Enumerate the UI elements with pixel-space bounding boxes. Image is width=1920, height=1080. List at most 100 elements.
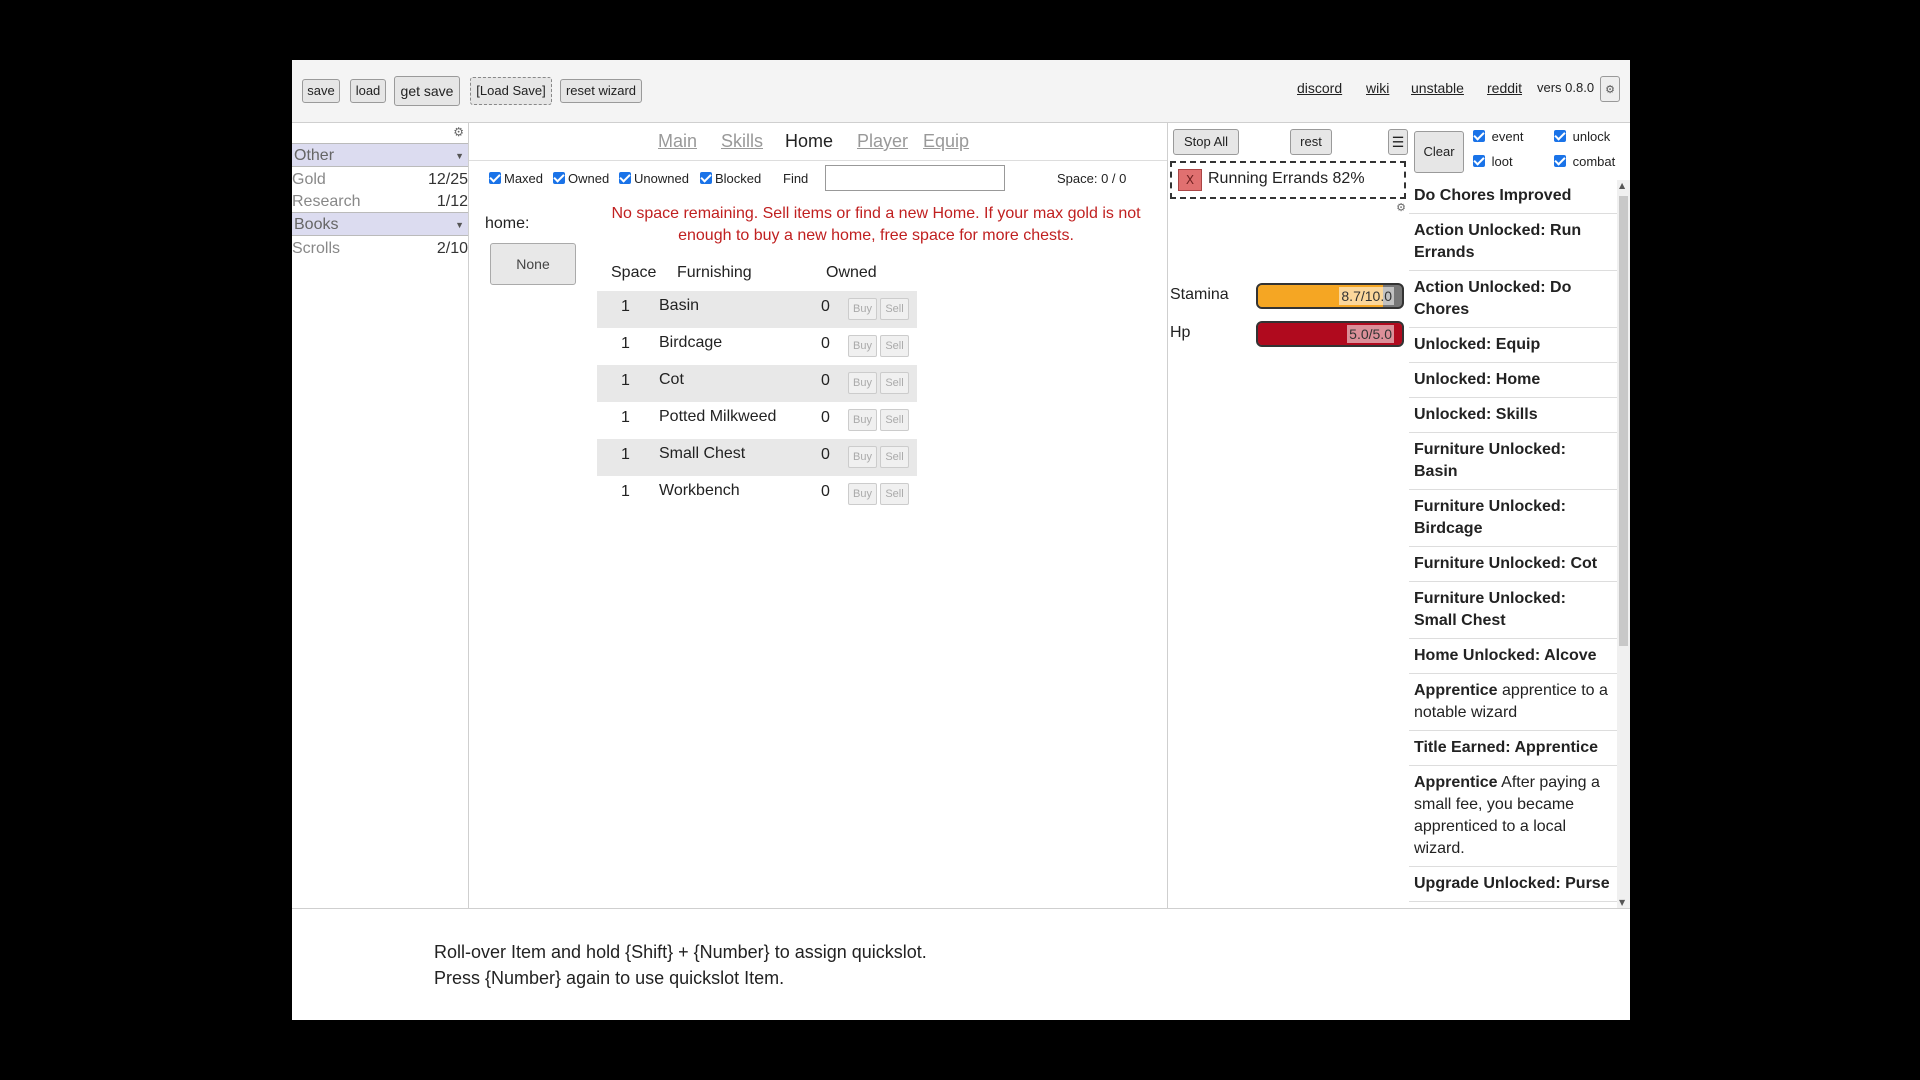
load-button[interactable]: load <box>350 79 386 103</box>
load-save-button[interactable]: [Load Save] <box>470 77 552 105</box>
buy-button[interactable]: Buy <box>848 372 877 394</box>
scroll-down-icon[interactable]: ▼ <box>1619 898 1625 907</box>
sidebar-group-books[interactable]: Books ▼ <box>292 212 468 236</box>
column-header-owned: Owned <box>826 264 877 281</box>
save-button[interactable]: save <box>302 79 340 103</box>
log-entry: Action Unlocked: Do Chores <box>1409 271 1617 328</box>
log-list[interactable]: Do Chores Improved Action Unlocked: Run E… <box>1409 179 1617 908</box>
sidebar-gear-icon[interactable]: ⚙ <box>453 125 464 139</box>
actions-gear-icon[interactable]: ⚙ <box>1396 201 1406 214</box>
log-filter-loot[interactable]: loot <box>1473 154 1513 169</box>
scrollbar-thumb[interactable] <box>1619 196 1628 646</box>
settings-gear-icon[interactable]: ⚙ <box>1600 76 1620 102</box>
log-panel: Clear event unlock loot combat Do Chores… <box>1409 123 1630 908</box>
checkbox-icon[interactable] <box>1554 155 1566 167</box>
buy-button[interactable]: Buy <box>848 298 877 320</box>
main-panel: Main Skills Home Player Equip Maxed Owne… <box>469 123 1168 908</box>
find-label: Find <box>783 171 809 186</box>
filter-maxed[interactable]: Maxed <box>489 171 543 186</box>
checkbox-icon[interactable] <box>1473 155 1485 167</box>
sidebar-group-label: Other <box>294 147 335 164</box>
resource-sidebar: ⚙ Other ▼ Gold 12/25 Research 1/12 Books… <box>292 123 469 908</box>
log-entry-title: Unlocked: Skills <box>1414 406 1538 423</box>
log-filter-event[interactable]: event <box>1473 129 1523 144</box>
filter-label: Unowned <box>634 171 689 186</box>
sell-button[interactable]: Sell <box>880 298 909 320</box>
log-filter-combat[interactable]: combat <box>1554 154 1615 169</box>
cell-owned: 0 <box>821 335 830 352</box>
home-select-button[interactable]: None <box>490 243 576 285</box>
sell-button[interactable]: Sell <box>880 372 909 394</box>
checkbox-icon[interactable] <box>1473 130 1485 142</box>
filter-label: Blocked <box>715 171 762 186</box>
buy-button[interactable]: Buy <box>848 483 877 505</box>
wiki-link[interactable]: wiki <box>1366 80 1389 96</box>
menu-icon[interactable]: ☰ <box>1388 129 1408 155</box>
checkbox-icon[interactable] <box>1554 130 1566 142</box>
hp-bar: 5.0/5.0 <box>1256 321 1404 347</box>
tab-skills[interactable]: Skills <box>721 131 763 152</box>
close-icon[interactable]: X <box>1178 169 1202 191</box>
actions-panel: Stop All rest ☰ X Running Errands 82% ⚙ … <box>1168 123 1408 908</box>
discord-link[interactable]: discord <box>1297 80 1342 96</box>
filter-unowned[interactable]: Unowned <box>619 171 689 186</box>
home-label: home: <box>485 215 530 232</box>
table-row: 1 Cot 0 Buy Sell <box>597 365 917 402</box>
cell-space: 1 <box>621 409 630 426</box>
unstable-link[interactable]: unstable <box>1411 80 1464 96</box>
checkbox-icon[interactable] <box>553 172 565 184</box>
checkbox-icon[interactable] <box>700 172 712 184</box>
sell-button[interactable]: Sell <box>880 335 909 357</box>
buy-button[interactable]: Buy <box>848 335 877 357</box>
log-entry-title: Furniture Unlocked: Small Chest <box>1414 590 1567 629</box>
log-entry: Home Unlocked: Alcove <box>1409 639 1617 674</box>
checkbox-icon[interactable] <box>619 172 631 184</box>
stamina-value: 8.7/10.0 <box>1339 287 1394 305</box>
tab-equip[interactable]: Equip <box>923 131 969 152</box>
log-filter-label: combat <box>1572 154 1616 169</box>
get-save-button[interactable]: get save <box>394 76 460 106</box>
sidebar-group-other[interactable]: Other ▼ <box>292 143 468 167</box>
find-input[interactable] <box>825 165 1005 191</box>
log-entry: Apprentice apprentice to a notable wizar… <box>1409 674 1617 731</box>
tab-main[interactable]: Main <box>658 131 697 152</box>
app-window: save load get save [Load Save] reset wiz… <box>292 60 1630 1020</box>
cell-furnishing: Cot <box>659 371 684 388</box>
log-entry: Action Unlocked: Run Errands <box>1409 214 1617 271</box>
resource-label: Research <box>292 193 361 210</box>
table-row: 1 Workbench 0 Buy Sell <box>597 476 917 513</box>
sell-button[interactable]: Sell <box>880 483 909 505</box>
filter-label: Owned <box>568 171 610 186</box>
cell-space: 1 <box>621 446 630 463</box>
reddit-link[interactable]: reddit <box>1487 80 1522 96</box>
sell-button[interactable]: Sell <box>880 446 909 468</box>
log-scrollbar[interactable]: ▲ ▼ <box>1617 180 1630 908</box>
log-filter-unlock[interactable]: unlock <box>1554 129 1610 144</box>
checkbox-icon[interactable] <box>489 172 501 184</box>
cell-owned: 0 <box>821 298 830 315</box>
filter-bar: Maxed Owned Unowned Blocked Find Space: … <box>469 160 1167 197</box>
scroll-up-icon[interactable]: ▲ <box>1619 181 1625 190</box>
top-toolbar: save load get save [Load Save] reset wiz… <box>292 60 1630 123</box>
running-action[interactable]: X Running Errands 82% <box>1170 161 1406 199</box>
buy-button[interactable]: Buy <box>848 409 877 431</box>
table-row: 1 Potted Milkweed 0 Buy Sell <box>597 402 917 439</box>
table-row: 1 Basin 0 Buy Sell <box>597 291 917 328</box>
stop-all-button[interactable]: Stop All <box>1173 129 1239 155</box>
cell-furnishing: Birdcage <box>659 334 723 351</box>
space-counter: Space: 0 / 0 <box>1057 171 1127 186</box>
log-entry-title: Action Unlocked: Run Errands <box>1414 222 1582 261</box>
clear-log-button[interactable]: Clear <box>1414 131 1464 173</box>
log-entry-title: Unlocked: Equip <box>1414 336 1541 353</box>
cell-owned: 0 <box>821 372 830 389</box>
buy-button[interactable]: Buy <box>848 446 877 468</box>
tab-player[interactable]: Player <box>857 131 908 152</box>
log-entry-title: Title Earned: Apprentice <box>1414 739 1599 756</box>
log-filter-label: loot <box>1491 154 1513 169</box>
sell-button[interactable]: Sell <box>880 409 909 431</box>
rest-button[interactable]: rest <box>1290 129 1332 155</box>
filter-blocked[interactable]: Blocked <box>700 171 761 186</box>
filter-owned[interactable]: Owned <box>553 171 609 186</box>
tab-home[interactable]: Home <box>785 131 833 152</box>
reset-wizard-button[interactable]: reset wizard <box>560 79 642 103</box>
